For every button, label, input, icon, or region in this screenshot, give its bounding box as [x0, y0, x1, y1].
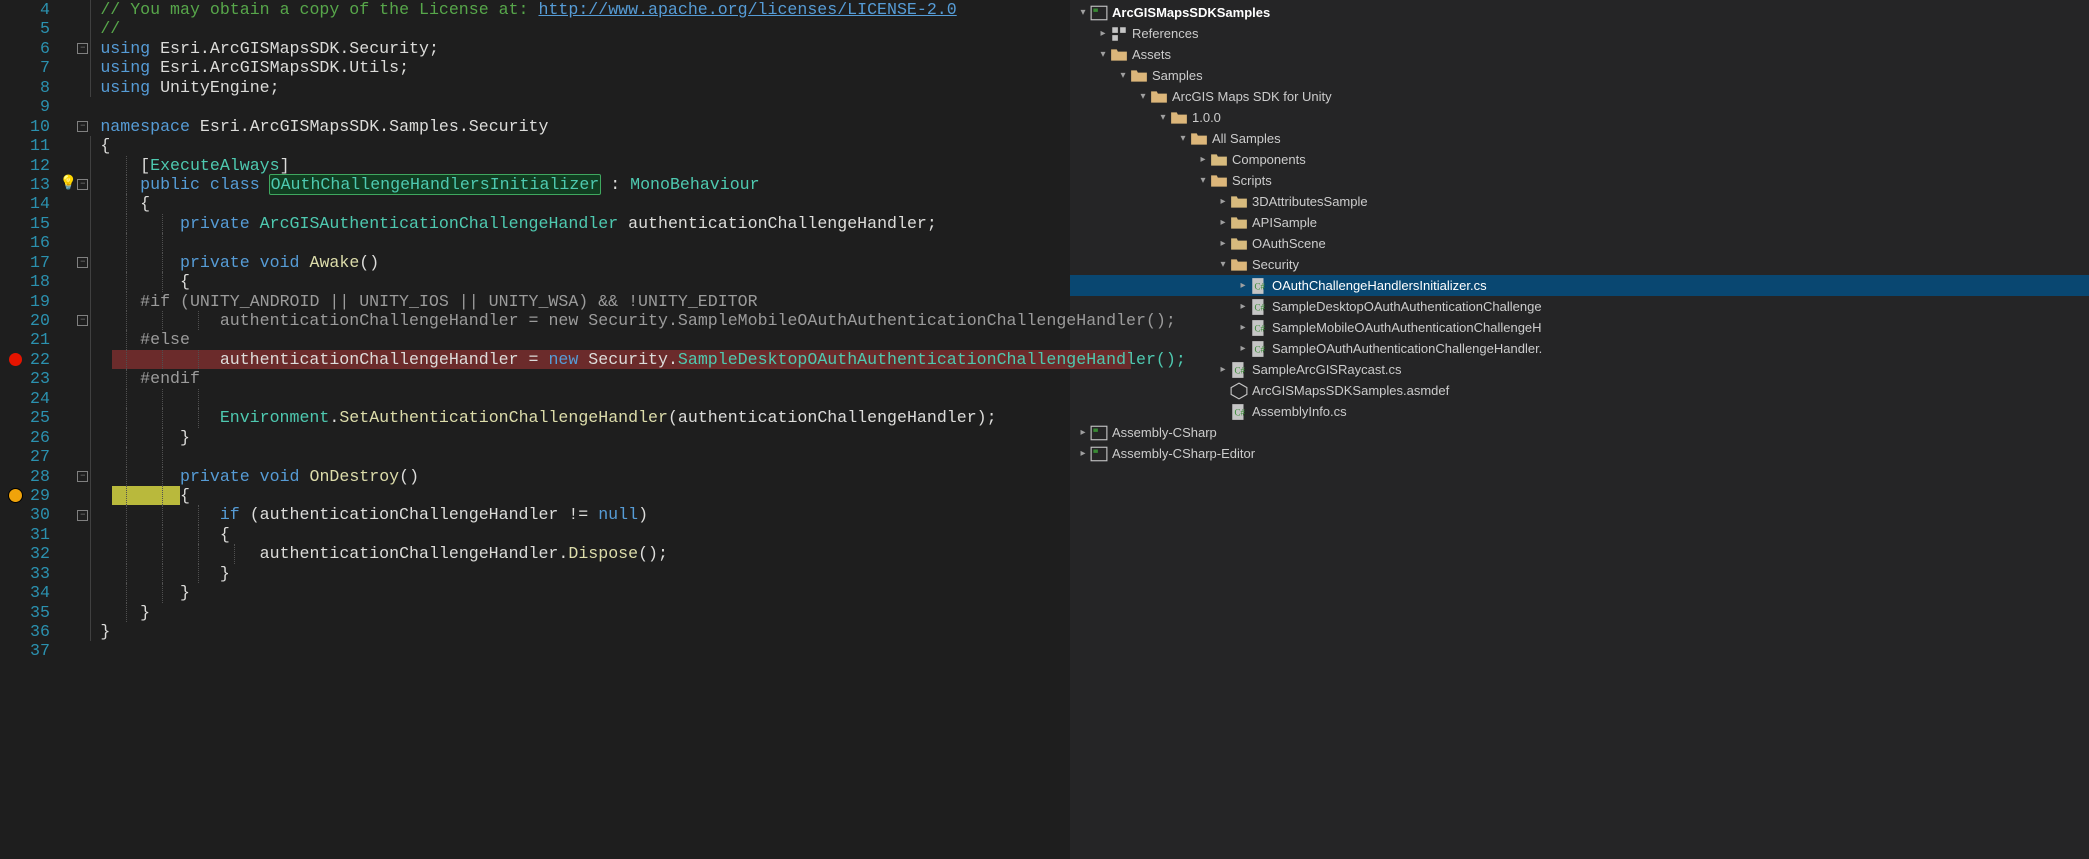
class-name-highlight: OAuthChallengeHandlersInitializer [270, 175, 601, 194]
csharp-file-icon: C# [1250, 319, 1268, 337]
file-oauth-initializer[interactable]: ▸ C# OAuthChallengeHandlersInitializer.c… [1070, 275, 2089, 296]
folder-open-icon [1210, 172, 1228, 190]
fold-gutter[interactable]: − − − − − − − [77, 0, 88, 859]
svg-text:C#: C# [1235, 407, 1246, 417]
file-mobile-handler[interactable]: ▸ C# SampleMobileOAuthAuthenticationChal… [1070, 317, 2089, 338]
breakpoint-gutter[interactable] [0, 0, 30, 859]
fold-toggle[interactable]: − [77, 39, 88, 58]
svg-text:C#: C# [1255, 302, 1266, 312]
svg-text:C#: C# [1255, 344, 1266, 354]
step-highlight-line: { [88, 486, 1185, 505]
preprocessor: #if (UNITY_ANDROID || UNITY_IOS || UNITY… [140, 292, 757, 311]
comment: // You may obtain a copy of the License … [100, 0, 538, 19]
folder-icon [1230, 193, 1248, 211]
file-desktop-handler[interactable]: ▸ C# SampleDesktopOAuthAuthenticationCha… [1070, 296, 2089, 317]
folder-samples[interactable]: ▾ Samples [1070, 65, 2089, 86]
breakpoint-highlight-line: authenticationChallengeHandler = new Sec… [88, 350, 1185, 369]
file-assemblyinfo[interactable]: ▸ C# AssemblyInfo.cs [1070, 401, 2089, 422]
lightbulb-icon[interactable]: 💡 [60, 175, 77, 194]
csharp-file-icon: C# [1230, 403, 1248, 421]
fold-toggle[interactable]: − [77, 253, 88, 272]
fold-toggle[interactable]: − [77, 467, 88, 486]
code-area[interactable]: // You may obtain a copy of the License … [88, 0, 1185, 859]
folder-open-icon [1190, 130, 1208, 148]
line-number-gutter: 4567891011121314151617181920212223242526… [30, 0, 60, 859]
folder-oauthscene[interactable]: ▸ OAuthScene [1070, 233, 2089, 254]
folder-icon [1230, 214, 1248, 232]
folder-icon [1230, 235, 1248, 253]
breakpoint-line-29[interactable] [0, 486, 30, 505]
license-link[interactable]: http://www.apache.org/licenses/LICENSE-2… [538, 0, 956, 19]
svg-text:C#: C# [1235, 365, 1246, 375]
code-editor[interactable]: 4567891011121314151617181920212223242526… [0, 0, 1070, 859]
svg-text:C#: C# [1255, 281, 1266, 291]
folder-3dattr[interactable]: ▸ 3DAttributesSample [1070, 191, 2089, 212]
folder-sdk[interactable]: ▾ ArcGIS Maps SDK for Unity [1070, 86, 2089, 107]
csharp-file-icon: C# [1250, 277, 1268, 295]
folder-icon [1210, 151, 1228, 169]
asmdef-icon [1230, 382, 1248, 400]
assembly-csharp-node[interactable]: ▸ Assembly-CSharp [1070, 422, 2089, 443]
folder-version[interactable]: ▾ 1.0.0 [1070, 107, 2089, 128]
preprocessor: #endif [140, 369, 200, 388]
csharp-file-icon: C# [1250, 298, 1268, 316]
svg-text:C#: C# [1255, 323, 1266, 333]
file-asmdef[interactable]: ▸ ArcGISMapsSDKSamples.asmdef [1070, 380, 2089, 401]
breakpoint-line-22[interactable] [0, 350, 30, 369]
csharp-file-icon: C# [1230, 361, 1248, 379]
folder-scripts[interactable]: ▾ Scripts [1070, 170, 2089, 191]
fold-toggle[interactable]: − [77, 505, 88, 524]
workbench: 4567891011121314151617181920212223242526… [0, 0, 2089, 859]
comment: // [100, 19, 120, 38]
fold-toggle[interactable]: − [77, 311, 88, 330]
project-node[interactable]: ▾ ArcGISMapsSDKSamples [1070, 2, 2089, 23]
file-sample-handler[interactable]: ▸ C# SampleOAuthAuthenticationChallengeH… [1070, 338, 2089, 359]
references-node[interactable]: ▸ References [1070, 23, 2089, 44]
solution-explorer[interactable]: ▾ ArcGISMapsSDKSamples ▸ References ▾ As… [1070, 0, 2089, 859]
folder-apisample[interactable]: ▸ APISample [1070, 212, 2089, 233]
folder-open-icon [1230, 256, 1248, 274]
assembly-csharp-editor-node[interactable]: ▸ Assembly-CSharp-Editor [1070, 443, 2089, 464]
lightbulb-gutter: 💡 [60, 0, 77, 859]
folder-components[interactable]: ▸ Components [1070, 149, 2089, 170]
csharp-file-icon: C# [1250, 340, 1268, 358]
folder-security[interactable]: ▾ Security [1070, 254, 2089, 275]
fold-toggle[interactable]: − [77, 175, 88, 194]
folder-allsamples[interactable]: ▾ All Samples [1070, 128, 2089, 149]
preprocessor: #else [140, 330, 190, 349]
folder-assets[interactable]: ▾ Assets [1070, 44, 2089, 65]
file-raycast[interactable]: ▸ C# SampleArcGISRaycast.cs [1070, 359, 2089, 380]
fold-toggle[interactable]: − [77, 117, 88, 136]
